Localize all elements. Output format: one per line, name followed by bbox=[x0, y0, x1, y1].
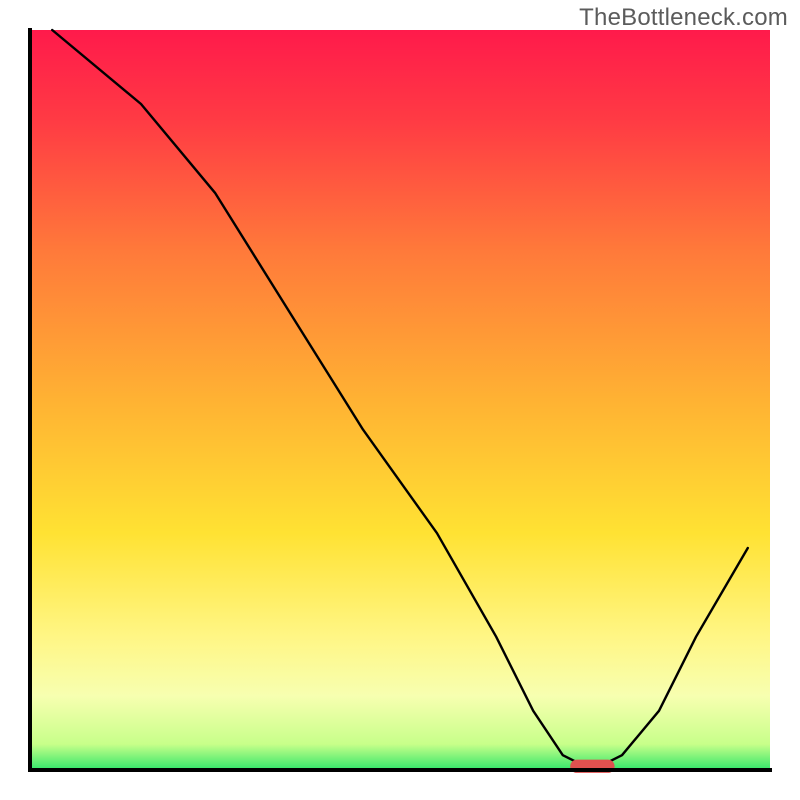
bottleneck-chart bbox=[0, 0, 800, 800]
watermark-label: TheBottleneck.com bbox=[579, 4, 788, 32]
plot-area bbox=[30, 30, 770, 773]
chart-container: TheBottleneck.com bbox=[0, 0, 800, 800]
gradient-background bbox=[30, 30, 770, 770]
